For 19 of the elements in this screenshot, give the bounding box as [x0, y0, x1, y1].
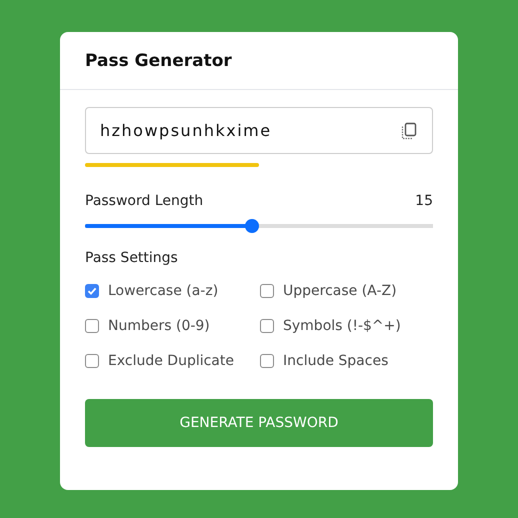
option-label: Uppercase (A-Z)	[283, 283, 397, 299]
length-value: 15	[415, 193, 433, 209]
slider-thumb[interactable]	[245, 219, 260, 233]
copy-icon[interactable]	[400, 122, 418, 140]
checkbox[interactable]	[260, 284, 274, 298]
checkbox[interactable]	[85, 354, 99, 368]
checkbox[interactable]	[85, 319, 99, 333]
password-field[interactable]: hzhowpsunhkxime	[85, 107, 433, 154]
option-label: Symbols (!-$^+)	[283, 318, 401, 334]
option-label: Numbers (0-9)	[108, 318, 210, 334]
checkbox[interactable]	[260, 319, 274, 333]
option-label: Lowercase (a-z)	[108, 283, 218, 299]
checkbox[interactable]	[85, 284, 99, 298]
option-label: Exclude Duplicate	[108, 353, 234, 369]
settings-heading: Pass Settings	[85, 250, 179, 266]
checkbox[interactable]	[260, 354, 274, 368]
option-label: Include Spaces	[283, 353, 388, 369]
app-title: Pass Generator	[85, 50, 232, 70]
length-label: Password Length	[85, 193, 204, 209]
